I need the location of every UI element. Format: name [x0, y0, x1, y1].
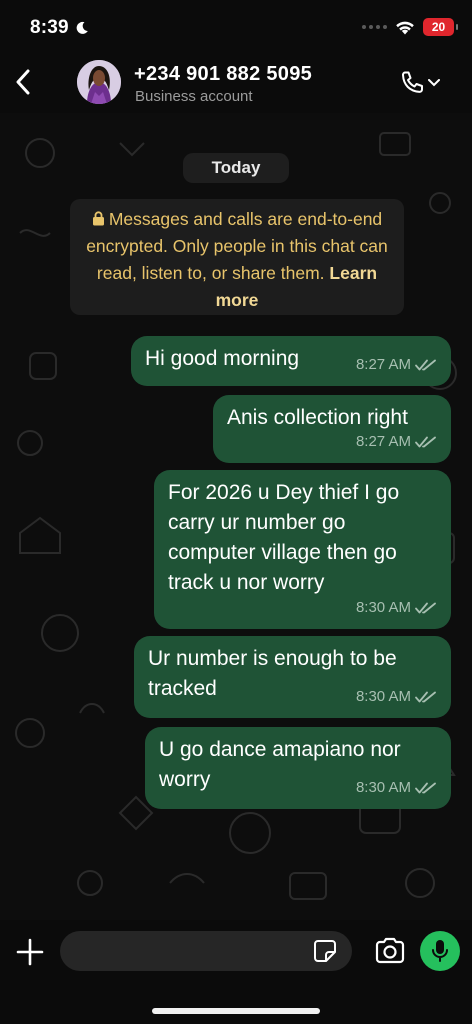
sticker-button[interactable]	[313, 939, 337, 963]
chat-area[interactable]: Today Messages and calls are end-to-end …	[0, 113, 472, 920]
home-indicator[interactable]	[152, 1008, 320, 1014]
double-check-icon	[415, 602, 436, 614]
call-button[interactable]	[398, 68, 442, 98]
double-check-icon	[415, 359, 436, 371]
status-bar: 8:39 20	[0, 0, 472, 56]
message-time: 8:27 AM	[355, 356, 411, 373]
lock-icon	[92, 211, 104, 226]
message-meta: 8:27 AM	[356, 350, 437, 380]
camera-icon	[375, 937, 405, 964]
phone-icon	[401, 71, 423, 93]
double-check-icon	[415, 782, 436, 794]
back-button[interactable]	[10, 64, 36, 100]
attach-button[interactable]	[14, 936, 46, 968]
message-meta: 8:30 AM	[356, 593, 437, 623]
wifi-icon	[396, 21, 414, 34]
voice-message-button[interactable]	[420, 931, 460, 971]
message-bubble-outgoing[interactable]: Hi good morning 8:27 AM	[131, 336, 451, 386]
back-icon	[16, 69, 30, 95]
mic-icon	[432, 940, 448, 962]
message-bubble-outgoing[interactable]: Anis collection right 8:27 AM	[213, 395, 451, 463]
date-separator: Today	[183, 153, 289, 183]
status-indicators: 20	[362, 18, 458, 36]
moon-icon	[76, 21, 88, 34]
message-bubble-outgoing[interactable]: Ur number is enough to be tracked 8:30 A…	[134, 636, 451, 718]
message-meta: 8:27 AM	[356, 427, 437, 457]
sticker-icon	[314, 940, 336, 962]
message-time: 8:27 AM	[355, 433, 411, 450]
message-time: 8:30 AM	[355, 599, 411, 616]
double-check-icon	[415, 691, 436, 703]
camera-button[interactable]	[374, 936, 406, 966]
cellular-signal-icon	[362, 25, 387, 29]
chevron-down-icon	[428, 79, 440, 87]
contact-name[interactable]: +234 901 882 5095	[134, 63, 312, 86]
message-meta: 8:30 AM	[356, 773, 437, 803]
plus-icon	[16, 938, 44, 966]
contact-avatar[interactable]	[77, 60, 121, 104]
encryption-notice[interactable]: Messages and calls are end-to-end encryp…	[70, 199, 404, 315]
status-time: 8:39	[30, 17, 69, 38]
chat-header: +234 901 882 5095 Business account	[0, 56, 472, 108]
message-input[interactable]	[60, 931, 352, 971]
message-time: 8:30 AM	[355, 779, 411, 796]
battery-level: 20	[431, 20, 446, 34]
battery-indicator: 20	[423, 18, 458, 36]
avatar-image	[77, 60, 121, 104]
message-time: 8:30 AM	[355, 688, 411, 705]
message-meta: 8:30 AM	[356, 682, 437, 712]
message-text: For 2026 u Dey thief I go carry ur numbe…	[168, 481, 400, 594]
message-bubble-outgoing[interactable]: For 2026 u Dey thief I go carry ur numbe…	[154, 470, 451, 629]
message-bubble-outgoing[interactable]: U go dance amapiano nor worry 8:30 AM	[145, 727, 451, 809]
message-input-bar	[0, 920, 472, 1024]
contact-subtitle: Business account	[135, 88, 253, 105]
double-check-icon	[415, 436, 436, 448]
